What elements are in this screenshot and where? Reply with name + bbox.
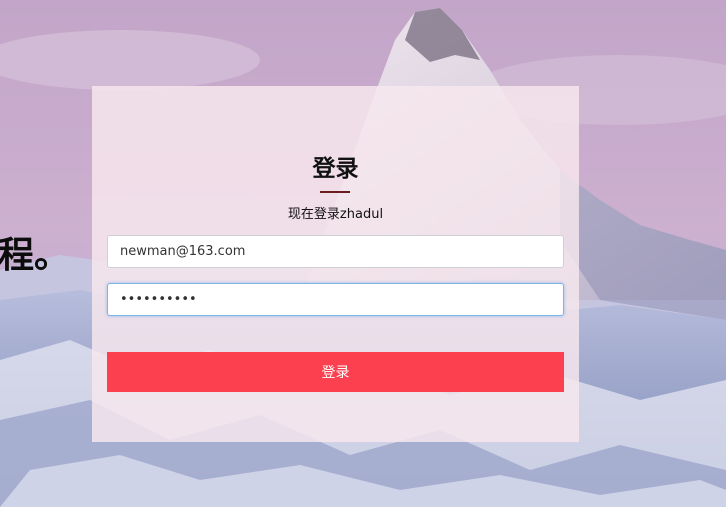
login-button[interactable]: 登录: [107, 352, 564, 392]
login-card: 登录 现在登录zhadul 登录: [92, 86, 579, 442]
password-input[interactable]: [107, 283, 564, 316]
login-title: 登录: [312, 156, 359, 182]
login-subtitle: 现在登录zhadul: [287, 207, 384, 222]
title-underline-divider: [320, 191, 350, 193]
email-input[interactable]: [107, 235, 564, 268]
hero-partial-heading: 程。: [0, 235, 71, 276]
